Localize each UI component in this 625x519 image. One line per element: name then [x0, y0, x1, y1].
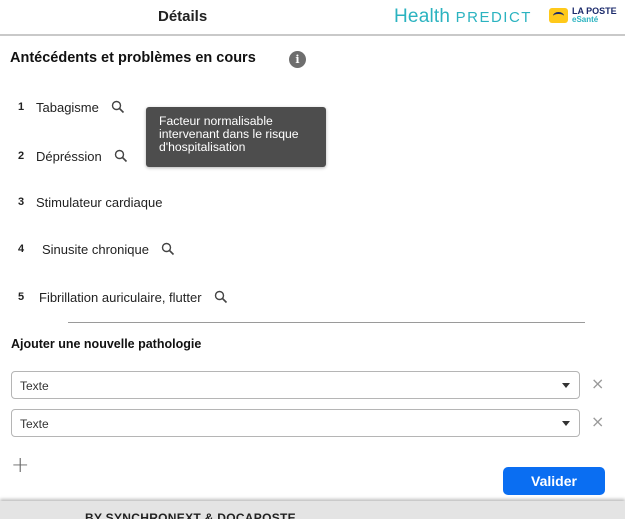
- section-title: Antécédents et problèmes en cours: [10, 50, 256, 66]
- page-title: Détails: [158, 8, 208, 25]
- item-label: Fibrillation auriculaire, flutter: [39, 289, 202, 305]
- health-predict-logo: Health PREDICT: [394, 6, 532, 28]
- search-icon[interactable]: [161, 242, 175, 256]
- item-number: 1: [18, 101, 25, 113]
- list-item-stimulateur: 3 Stimulateur cardiaque: [18, 192, 162, 212]
- brand-main: Health: [394, 6, 451, 27]
- item-label: Stimulateur cardiaque: [36, 194, 163, 210]
- partner-line2: eSanté: [572, 15, 599, 24]
- item-label: Sinusite chronique: [42, 241, 149, 257]
- item-number: 5: [18, 291, 25, 303]
- close-icon[interactable]: ×: [591, 376, 604, 392]
- pathology-select[interactable]: Texte: [11, 409, 580, 437]
- select-value: Texte: [20, 417, 49, 431]
- item-label: Dépréssion: [36, 148, 102, 164]
- item-number: 2: [18, 150, 25, 162]
- list-item-tabagisme: 1 Tabagisme: [18, 97, 125, 117]
- add-pathology-title: Ajouter une nouvelle pathologie: [11, 337, 202, 351]
- header-divider: [0, 34, 625, 36]
- search-icon[interactable]: [214, 290, 228, 304]
- search-icon[interactable]: [111, 100, 125, 114]
- brand-sub: PREDICT: [455, 9, 532, 26]
- header: Détails Health PREDICT LA POSTE eSanté: [0, 0, 625, 35]
- list-item-depression: 2 Dépréssion: [18, 146, 128, 166]
- item-number: 3: [18, 196, 25, 208]
- list-item-fibrillation: 5 Fibrillation auriculaire, flutter: [18, 287, 228, 307]
- footer: BY SYNCHRONEXT & DOCAPOSTE: [0, 501, 625, 519]
- item-label: Tabagisme: [36, 99, 99, 115]
- valider-button[interactable]: Valider: [503, 467, 605, 495]
- select-value: Texte: [20, 379, 49, 393]
- tooltip: Facteur normalisable intervenant dans le…: [146, 107, 326, 167]
- footer-text: BY SYNCHRONEXT & DOCAPOSTE: [85, 511, 296, 519]
- item-number: 4: [18, 243, 25, 255]
- pathology-select[interactable]: Texte: [11, 371, 580, 399]
- search-icon[interactable]: [114, 149, 128, 163]
- la-poste-logo-icon: [549, 8, 568, 23]
- caret-down-icon: [562, 421, 570, 426]
- list-item-sinusite: 4 Sinusite chronique: [18, 239, 175, 259]
- caret-down-icon: [562, 383, 570, 388]
- info-icon[interactable]: i: [289, 51, 306, 68]
- la-poste-esante-logo: LA POSTE eSanté: [549, 6, 619, 28]
- close-icon[interactable]: ×: [591, 414, 604, 430]
- add-icon[interactable]: +: [11, 455, 29, 477]
- divider: [68, 322, 585, 323]
- tooltip-line: d'hospitalisation: [159, 140, 246, 154]
